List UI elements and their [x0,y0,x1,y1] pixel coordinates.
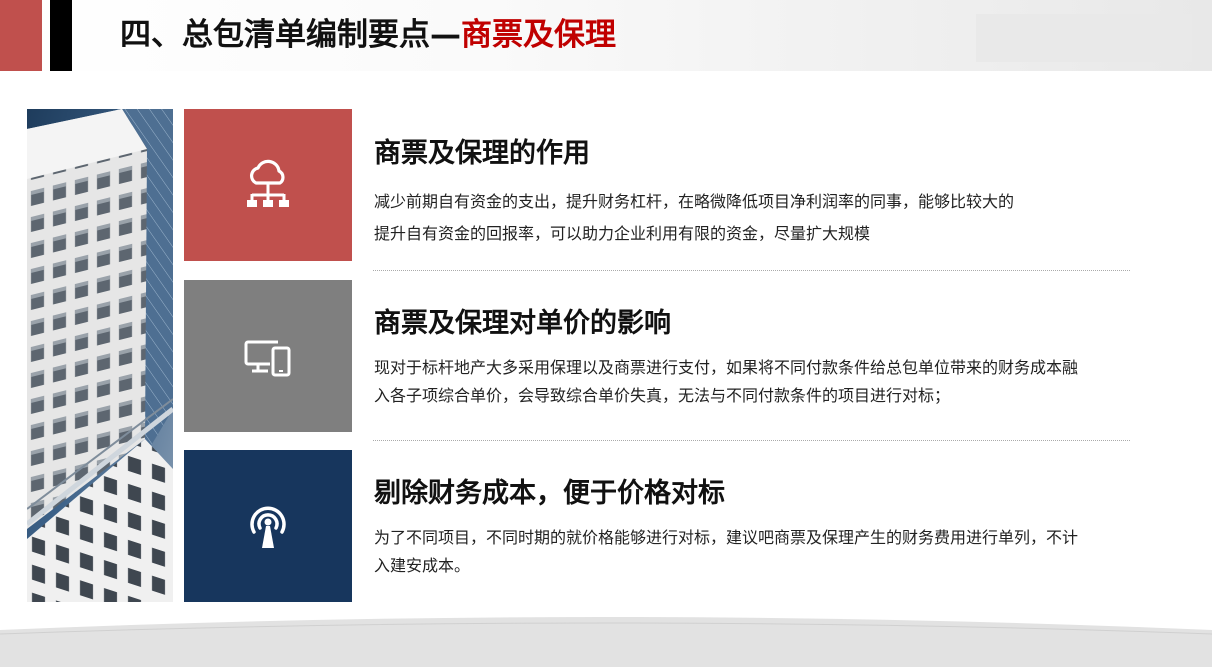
page-title: 四、总包清单编制要点—商票及保理 [120,12,616,58]
page-title-main: 四、总包清单编制要点— [120,17,461,53]
tile-broadcast-tower [184,450,352,602]
header-black-bar [50,0,72,71]
section-body-role-line2: 提升自有资金的回报率，可以助力企业利用有限的资金，尽量扩大规模 [374,224,871,243]
section-title-exclude-cost: 剔除财务成本，便于价格对标 [374,478,725,509]
cloud-network-icon [247,159,289,207]
broadcast-tower-icon [250,506,286,548]
section-body-role: 减少前期自有资金的支出，提升财务杠杆，在略微降低项目净利润率的同事，能够比较大的… [374,186,1119,250]
section-title-unit-price: 商票及保理对单价的影响 [374,308,671,339]
section-body-exclude-cost: 为了不同项目，不同时期的就价格能够进行对标，建议吧商票及保理产生的财务费用进行单… [374,524,1119,580]
building-photo [27,109,173,602]
section-body-unit-price-line1: 现对于标杆地产大多采用保理以及商票进行支付，如果将不同付款条件给总包单位带来的财… [374,358,1079,377]
devices-icon [244,340,291,377]
tile-cloud-network [184,109,352,261]
section-body-exclude-cost-line2: 入建安成本。 [374,556,471,575]
footer-wave [0,617,1212,667]
tile-devices [184,280,352,432]
header-red-block [0,0,42,71]
section-body-unit-price: 现对于标杆地产大多采用保理以及商票进行支付，如果将不同付款条件给总包单位带来的财… [374,354,1119,410]
section-title-role: 商票及保理的作用 [374,138,590,169]
divider-2 [373,440,1130,441]
divider-1 [373,270,1130,271]
header-decor-box [976,14,1192,62]
section-body-unit-price-line2: 入各子项综合单价，会导致综合单价失真，无法与不同付款条件的项目进行对标； [374,386,951,405]
page-title-accent: 商票及保理 [461,17,616,53]
section-body-exclude-cost-line1: 为了不同项目，不同时期的就价格能够进行对标，建议吧商票及保理产生的财务费用进行单… [374,528,1079,547]
section-body-role-line1: 减少前期自有资金的支出，提升财务杠杆，在略微降低项目净利润率的同事，能够比较大的 [374,192,1015,211]
